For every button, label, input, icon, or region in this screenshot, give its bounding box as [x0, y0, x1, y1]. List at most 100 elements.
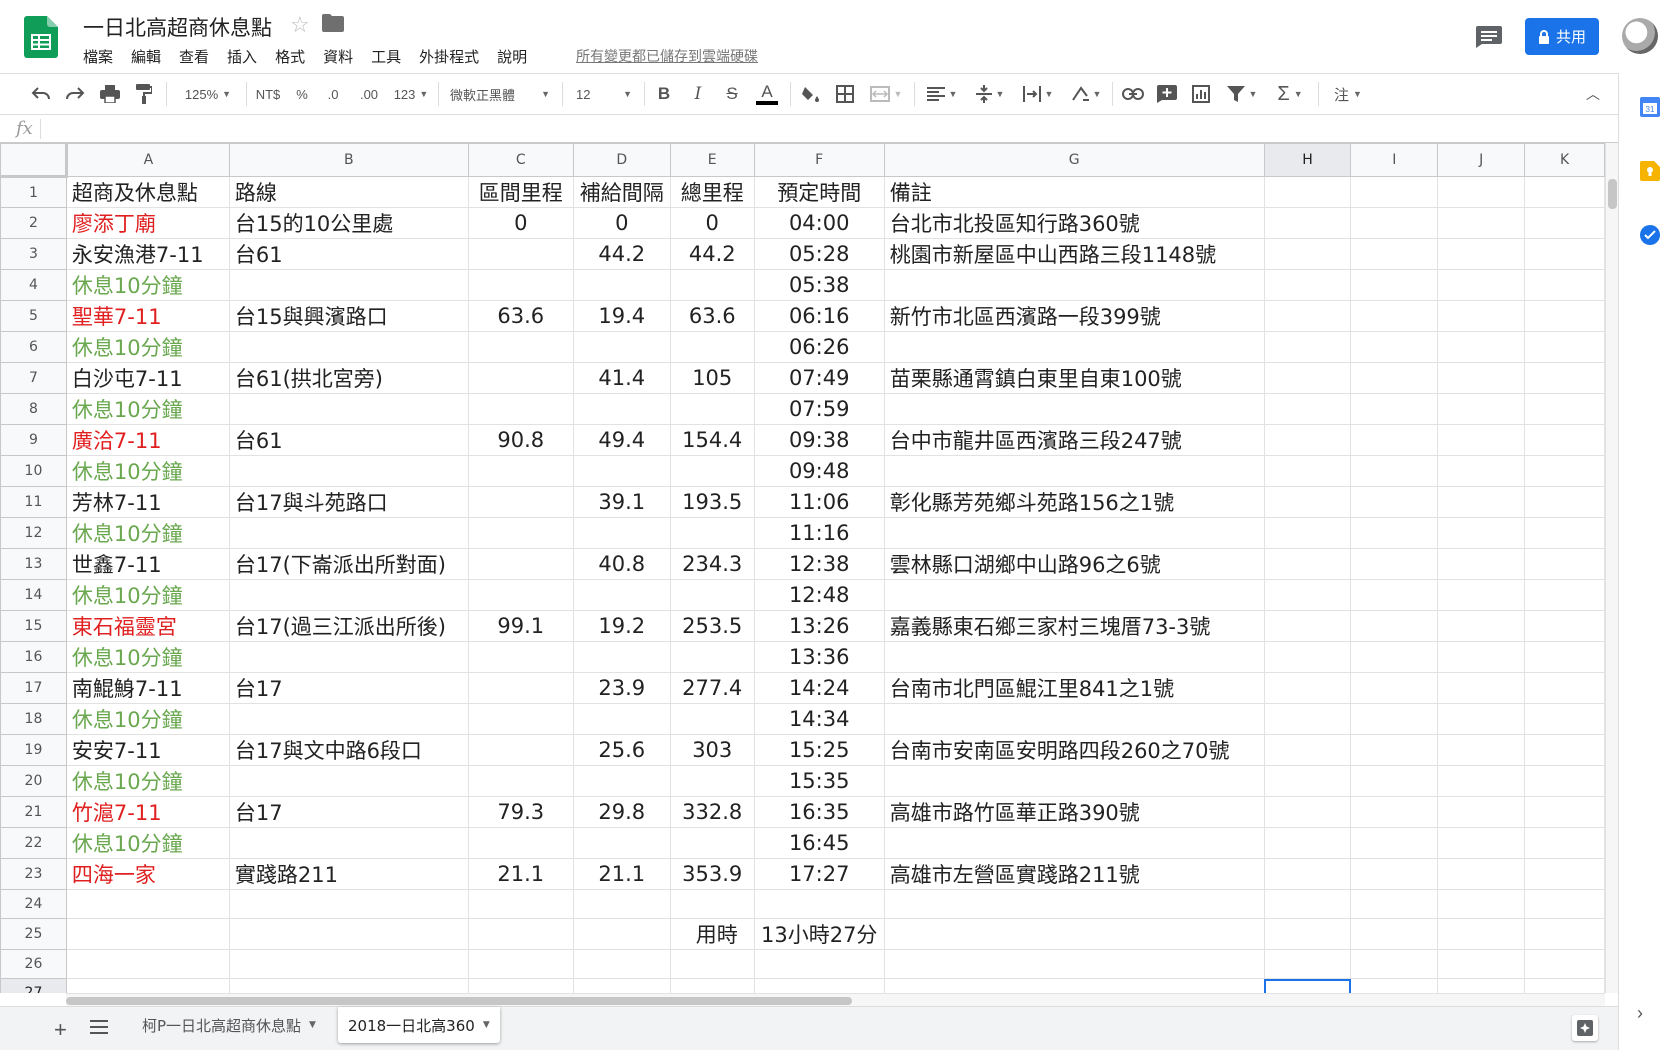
cell-j[interactable]	[1437, 610, 1526, 642]
decrease-decimal-button[interactable]: .0	[318, 74, 348, 114]
cell-f[interactable]: 13:26	[753, 610, 885, 642]
cell-k[interactable]	[1524, 517, 1605, 549]
cell-f[interactable]: 13:36	[753, 641, 885, 673]
menu-insert[interactable]: 插入	[227, 46, 265, 67]
cell-g[interactable]: 桃園市新屋區中山西路三段1148號	[883, 238, 1265, 270]
cell-j[interactable]	[1437, 858, 1526, 890]
cell-b[interactable]	[228, 641, 469, 673]
column-header[interactable]: J	[1437, 143, 1526, 177]
cell-j[interactable]	[1437, 393, 1526, 425]
cell-e[interactable]: 105	[669, 362, 755, 394]
currency-format-button[interactable]: NT$	[250, 74, 286, 114]
cell-i[interactable]	[1350, 703, 1439, 735]
cell-e[interactable]: 44.2	[669, 238, 755, 270]
row-header[interactable]: 20	[0, 765, 67, 797]
cell-j[interactable]	[1437, 548, 1526, 580]
cell-g[interactable]	[883, 517, 1265, 549]
print-icon[interactable]	[97, 74, 123, 114]
cell-c[interactable]	[467, 641, 574, 673]
italic-button[interactable]: I	[686, 74, 710, 114]
cell-g[interactable]	[883, 641, 1265, 673]
cell-k[interactable]	[1524, 641, 1605, 673]
column-header[interactable]: E	[669, 143, 755, 177]
increase-decimal-button[interactable]: .00	[352, 74, 386, 114]
cell-h[interactable]	[1263, 300, 1352, 332]
sheet-tab-1[interactable]: 柯P一日北高超商休息點 ▼	[132, 1007, 326, 1043]
star-icon[interactable]: ☆	[290, 12, 310, 38]
cell-i[interactable]	[1350, 362, 1439, 394]
cell-i[interactable]	[1350, 269, 1439, 301]
expand-side-panel-icon[interactable]: ›	[1637, 1003, 1643, 1024]
cell-b[interactable]: 台17與斗苑路口	[228, 486, 469, 518]
column-header[interactable]: B	[228, 143, 469, 177]
cell-a[interactable]: 南鯤鯓7-11	[65, 672, 230, 704]
cell-f[interactable]: 14:24	[753, 672, 885, 704]
row-header[interactable]: 27	[0, 978, 67, 993]
cell-k[interactable]	[1524, 362, 1605, 394]
cell-b[interactable]	[228, 949, 469, 979]
cell-d[interactable]	[572, 918, 671, 950]
cell-e[interactable]: 用時	[669, 918, 755, 950]
cell-h[interactable]	[1263, 949, 1352, 979]
zoom-select[interactable]: 125% ▼	[176, 74, 240, 114]
cell-a[interactable]: 安安7-11	[65, 734, 230, 766]
cell-i[interactable]	[1350, 672, 1439, 704]
cell-e[interactable]: 353.9	[669, 858, 755, 890]
cell-g[interactable]	[883, 393, 1265, 425]
cell-h[interactable]	[1263, 238, 1352, 270]
cell-g[interactable]	[883, 918, 1265, 950]
cell-i[interactable]	[1350, 393, 1439, 425]
cell-j[interactable]	[1437, 362, 1526, 394]
cell-b[interactable]: 台17與文中路6段口	[228, 734, 469, 766]
cell-c[interactable]: 90.8	[467, 424, 574, 456]
cell-a[interactable]: 東石福靈宮	[65, 610, 230, 642]
cell-d[interactable]	[572, 978, 671, 993]
cell-d[interactable]: 25.6	[572, 734, 671, 766]
cell-a[interactable]: 廖添丁廟	[65, 207, 230, 239]
cell-g[interactable]	[883, 765, 1265, 797]
sheet-tab-2[interactable]: 2018一日北高360 ▼	[338, 1007, 500, 1043]
cell-h[interactable]	[1263, 672, 1352, 704]
cell-i[interactable]	[1350, 517, 1439, 549]
cell-d[interactable]	[572, 331, 671, 363]
cell-g[interactable]: 台中市龍井區西濱路三段247號	[883, 424, 1265, 456]
row-header[interactable]: 5	[0, 300, 67, 332]
cell-k[interactable]	[1524, 455, 1605, 487]
cell-c[interactable]	[467, 269, 574, 301]
row-header[interactable]: 25	[0, 918, 67, 950]
font-size-select[interactable]: 12 ▼	[572, 74, 636, 114]
column-header[interactable]: F	[753, 143, 885, 177]
text-wrapping-icon[interactable]: ▼	[1018, 74, 1058, 114]
cell-c[interactable]	[467, 918, 574, 950]
merge-cells-icon[interactable]: ▼	[866, 74, 906, 114]
cell-b[interactable]	[228, 978, 469, 993]
cell-b[interactable]: 台15的10公里處	[228, 207, 469, 239]
cell-k[interactable]	[1524, 765, 1605, 797]
cell-j[interactable]	[1437, 486, 1526, 518]
cell-d[interactable]: 49.4	[572, 424, 671, 456]
cell-k[interactable]	[1524, 176, 1605, 208]
cell-b[interactable]: 台15與興濱路口	[228, 300, 469, 332]
cell-k[interactable]	[1524, 672, 1605, 704]
cell-f[interactable]: 16:45	[753, 827, 885, 859]
cell-f[interactable]: 15:35	[753, 765, 885, 797]
cell-h[interactable]	[1263, 889, 1352, 919]
cell-h[interactable]	[1263, 918, 1352, 950]
cell-d[interactable]	[572, 393, 671, 425]
cell-f[interactable]: 09:48	[753, 455, 885, 487]
column-header[interactable]: I	[1350, 143, 1439, 177]
row-header[interactable]: 7	[0, 362, 67, 394]
column-header[interactable]: A	[65, 143, 230, 177]
tasks-icon[interactable]	[1640, 225, 1660, 245]
row-header[interactable]: 1	[0, 176, 67, 208]
cell-d[interactable]	[572, 455, 671, 487]
cell-i[interactable]	[1350, 641, 1439, 673]
cell-b[interactable]	[228, 765, 469, 797]
cell-f[interactable]: 06:16	[753, 300, 885, 332]
cell-h[interactable]	[1263, 579, 1352, 611]
cell-e[interactable]	[669, 517, 755, 549]
undo-icon[interactable]	[28, 74, 54, 114]
cell-j[interactable]	[1437, 796, 1526, 828]
cell-c[interactable]	[467, 486, 574, 518]
cell-b[interactable]: 台61	[228, 238, 469, 270]
